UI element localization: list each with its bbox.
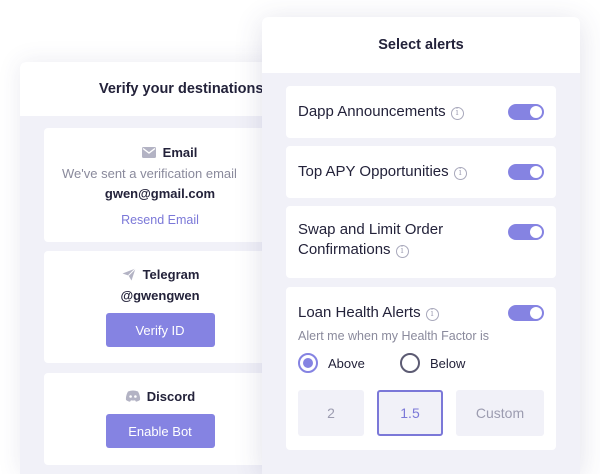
alert-dapp-announcements: Dapp Announcements i	[286, 86, 556, 138]
alert-label-row: Dapp Announcements i	[298, 102, 498, 122]
alert-swap-confirmations: Swap and Limit Order Confirmations i	[286, 206, 556, 278]
email-title-row: Email	[44, 144, 280, 160]
alert-loan-health: Loan Health Alerts i Alert me when my Hea…	[286, 287, 556, 450]
alerts-panel-title: Select alerts	[262, 17, 580, 73]
option-1-5[interactable]: 1.5	[377, 390, 443, 436]
loan-health-toggle[interactable]	[508, 305, 544, 321]
radio-below-label: Below	[430, 355, 466, 371]
verify-panel-title: Verify your destinations	[20, 62, 280, 116]
radio-below[interactable]: Below	[400, 353, 502, 373]
discord-title-row: Discord	[44, 388, 280, 404]
alert-label-row: Swap and Limit Order Confirmations i	[298, 220, 498, 260]
alert-label: Loan Health Alerts	[298, 304, 421, 321]
dapp-announcements-toggle[interactable]	[508, 104, 544, 120]
paper-plane-icon	[121, 266, 137, 282]
alert-top-apy: Top APY Opportunities i	[286, 146, 556, 198]
health-factor-subtext: Alert me when my Health Factor is	[298, 329, 490, 343]
alert-label-row: Top APY Opportunities i	[298, 162, 498, 182]
discord-title: Discord	[146, 388, 196, 404]
telegram-title-row: Telegram	[44, 266, 280, 282]
info-icon[interactable]: i	[450, 107, 464, 120]
swap-confirmations-toggle[interactable]	[508, 224, 544, 240]
email-address: gwen@gmail.com	[104, 186, 216, 201]
verify-destinations-panel: Verify your destinations Email We've sen…	[20, 62, 280, 474]
info-icon[interactable]: i	[395, 245, 409, 258]
info-icon[interactable]: i	[453, 167, 467, 180]
option-custom[interactable]: Custom	[456, 390, 544, 436]
radio-above[interactable]: Above	[298, 353, 400, 373]
alert-label: Dapp Announcements	[298, 103, 446, 120]
top-apy-toggle[interactable]	[508, 164, 544, 180]
telegram-destination-card: Telegram @gwengwen Verify ID	[44, 251, 280, 363]
verify-id-button[interactable]: Verify ID	[105, 313, 215, 347]
alert-label-row: Loan Health Alerts i	[298, 303, 498, 323]
discord-destination-card: Discord Enable Bot	[44, 373, 280, 465]
radio-above-label: Above	[328, 355, 365, 371]
radio-above-circle[interactable]	[298, 353, 318, 373]
envelope-icon	[141, 144, 157, 160]
alert-label: Top APY Opportunities	[298, 163, 449, 180]
resend-email-link[interactable]: Resend Email	[44, 213, 280, 227]
telegram-handle: @gwengwen	[120, 288, 200, 303]
alert-label: Swap and Limit Order Confirmations	[298, 221, 444, 258]
health-factor-options: 2 1.5 Custom	[298, 390, 544, 436]
option-2[interactable]: 2	[298, 390, 364, 436]
health-factor-direction: Above Below	[298, 353, 502, 373]
email-title: Email	[162, 144, 198, 160]
email-destination-card: Email We've sent a verification email gw…	[44, 128, 280, 242]
telegram-title: Telegram	[142, 266, 200, 282]
radio-below-circle[interactable]	[400, 353, 420, 373]
discord-icon	[125, 388, 141, 404]
enable-bot-button[interactable]: Enable Bot	[105, 414, 215, 448]
select-alerts-panel: Select alerts Dapp Announcements i Top AP…	[262, 17, 580, 474]
email-description: We've sent a verification email	[62, 166, 237, 181]
info-icon[interactable]: i	[425, 308, 439, 321]
